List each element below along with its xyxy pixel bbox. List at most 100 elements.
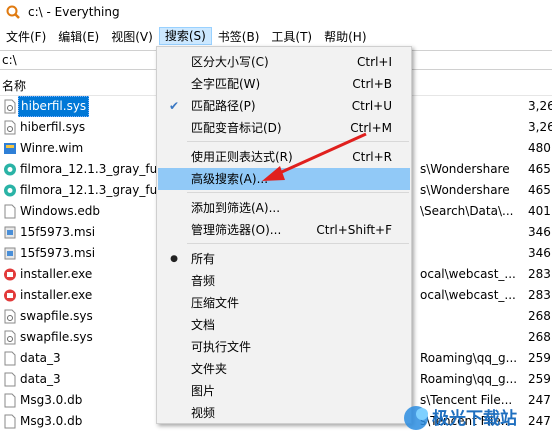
menu-filter-document[interactable]: 文档: [158, 314, 410, 336]
menu-use-regex[interactable]: 使用正则表达式(R) Ctrl+R: [158, 146, 410, 168]
file-icon: [3, 141, 17, 156]
menu-separator: [187, 243, 409, 244]
menu-item-shortcut: Ctrl+M: [350, 121, 392, 135]
search-menu-dropdown: 区分大小写(C) Ctrl+I 全字匹配(W) Ctrl+B ✔ 匹配路径(P) Ctrl+…: [156, 46, 412, 424]
menu-item-shortcut: Ctrl+Shift+F: [316, 223, 392, 237]
menu-match-diacritics[interactable]: 匹配变音标记(D) Ctrl+M: [158, 117, 410, 139]
window-title: c:\ - Everything: [28, 5, 120, 19]
radio-dot-icon: ●: [170, 254, 178, 264]
file-icon: [3, 330, 17, 345]
file-icon: [3, 225, 17, 240]
file-name: data_3: [20, 372, 61, 386]
file-path: Roaming\qq_g...: [420, 351, 518, 365]
menu-add-to-filters[interactable]: 添加到筛选(A)...: [158, 197, 410, 219]
file-name: 15f5973.msi: [20, 225, 96, 239]
menu-item-label: 文件夹: [191, 362, 228, 376]
menu-bookmarks[interactable]: 书签(B): [212, 27, 266, 45]
menu-match-whole-word[interactable]: 全字匹配(W) Ctrl+B: [158, 73, 410, 95]
file-size: 3,265: [528, 99, 552, 113]
menu-filter-picture[interactable]: 图片: [158, 380, 410, 402]
menu-item-label: 音频: [191, 274, 216, 288]
file-icon: [3, 393, 17, 408]
file-icon: [3, 351, 17, 366]
file-path: \Search\Data\...: [420, 204, 514, 218]
title-bar: c:\ - Everything: [0, 0, 552, 24]
watermark: 极光下载站: [400, 390, 552, 437]
file-icon: [3, 99, 17, 114]
menu-filter-compressed[interactable]: 压缩文件: [158, 292, 410, 314]
file-size: 465: [528, 162, 551, 176]
menu-item-label: 高级搜索(A)...: [191, 172, 269, 186]
menu-item-label: 匹配路径(P): [191, 99, 256, 113]
menu-item-label: 压缩文件: [191, 296, 240, 310]
file-size: 346: [528, 246, 551, 260]
file-size: 283: [528, 267, 551, 281]
watermark-text: 极光下载站: [432, 408, 517, 429]
menu-item-shortcut: Ctrl+I: [357, 55, 392, 69]
file-size: 465: [528, 183, 551, 197]
everything-app-icon: [6, 5, 20, 19]
menu-organize-filters[interactable]: 管理筛选器(O)... Ctrl+Shift+F: [158, 219, 410, 241]
menu-separator: [187, 192, 409, 193]
file-name: filmora_12.1.3_gray_full1: [20, 162, 172, 176]
menu-bar: 文件(F) 编辑(E) 视图(V) 搜索(S) 书签(B) 工具(T) 帮助(H…: [0, 26, 552, 46]
menu-match-case[interactable]: 区分大小写(C) Ctrl+I: [158, 51, 410, 73]
menu-item-shortcut: Ctrl+B: [352, 77, 392, 91]
file-name: Msg3.0.db: [20, 414, 83, 428]
file-name: Msg3.0.db: [20, 393, 83, 407]
menu-filter-video[interactable]: 视频: [158, 402, 410, 424]
file-name: Windows.edb: [20, 204, 100, 218]
file-size: 283: [528, 288, 551, 302]
file-name: hiberfil.sys: [20, 120, 86, 134]
menu-item-label: 匹配变音标记(D): [191, 121, 282, 135]
file-name: installer.exe: [20, 267, 93, 281]
menu-advanced-search[interactable]: 高级搜索(A)...: [158, 168, 410, 190]
file-icon: [3, 120, 17, 135]
menu-search[interactable]: 搜索(S): [158, 27, 212, 45]
menu-item-label: 使用正则表达式(R): [191, 150, 293, 164]
menu-filter-everything[interactable]: ● 所有: [158, 248, 410, 270]
file-name: Winre.wim: [20, 141, 84, 155]
menu-item-label: 区分大小写(C): [191, 55, 269, 69]
file-name: 15f5973.msi: [20, 246, 96, 260]
file-icon: [3, 183, 17, 198]
menu-item-label: 视频: [191, 406, 216, 420]
file-size: 3,265: [528, 120, 552, 134]
menu-help[interactable]: 帮助(H): [318, 27, 372, 45]
menu-edit[interactable]: 编辑(E): [52, 27, 105, 45]
file-icon: [3, 309, 17, 324]
file-icon: [3, 162, 17, 177]
menu-item-label: 所有: [191, 252, 216, 266]
menu-filter-executable[interactable]: 可执行文件: [158, 336, 410, 358]
file-size: 268: [528, 330, 551, 344]
file-name: swapfile.sys: [20, 330, 93, 344]
menu-tools[interactable]: 工具(T): [265, 27, 318, 45]
file-icon: [3, 246, 17, 261]
file-name: hiberfil.sys: [18, 96, 90, 117]
file-path: s\Wondershare: [420, 183, 510, 197]
menu-item-shortcut: Ctrl+U: [351, 99, 392, 113]
menu-item-label: 管理筛选器(O)...: [191, 223, 282, 237]
file-name: data_3: [20, 351, 61, 365]
file-path: s\Wondershare: [420, 162, 510, 176]
menu-separator: [187, 141, 409, 142]
menu-filter-folder[interactable]: 文件夹: [158, 358, 410, 380]
menu-filter-audio[interactable]: 音频: [158, 270, 410, 292]
file-icon: [3, 414, 17, 429]
menu-item-label: 添加到筛选(A)...: [191, 201, 281, 215]
menu-item-label: 全字匹配(W): [191, 77, 261, 91]
menu-match-path[interactable]: ✔ 匹配路径(P) Ctrl+U: [158, 95, 410, 117]
file-size: 259: [528, 372, 551, 386]
file-size: 268: [528, 309, 551, 323]
file-size: 401: [528, 204, 551, 218]
file-path: ocal\webcast_...: [420, 267, 516, 281]
menu-view[interactable]: 视图(V): [105, 27, 159, 45]
menu-file[interactable]: 文件(F): [0, 27, 52, 45]
file-icon: [3, 204, 17, 219]
file-icon: [3, 267, 17, 282]
checkmark-icon: ✔: [168, 99, 180, 113]
file-path: ocal\webcast_...: [420, 288, 516, 302]
file-size: 259: [528, 351, 551, 365]
menu-item-label: 文档: [191, 318, 216, 332]
file-path: Roaming\qq_g...: [420, 372, 518, 386]
